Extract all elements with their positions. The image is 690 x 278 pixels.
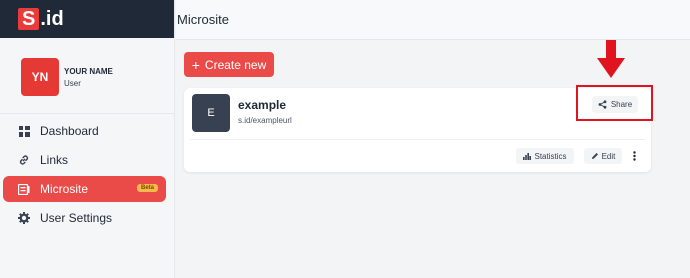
arrow-down-icon: [597, 40, 625, 78]
beta-badge: Beta: [136, 184, 158, 192]
microsite-url[interactable]: s.id/exampleurl: [238, 116, 292, 125]
sidebar-item-links[interactable]: Links: [3, 147, 166, 173]
link-icon: [18, 154, 30, 166]
statistics-button[interactable]: Statistics: [516, 148, 574, 164]
sidebar-item-label: User Settings: [40, 211, 113, 225]
create-new-button[interactable]: + Create new: [184, 52, 274, 77]
plus-icon: +: [191, 56, 200, 73]
sidebar: S .id YN YOUR NAME User Dashboard Links: [0, 0, 175, 278]
page-title: Microsite: [177, 12, 230, 27]
profile-role: User: [64, 78, 81, 88]
sidebar-item-microsite[interactable]: Microsite Beta: [3, 176, 166, 202]
logo-bar: S .id: [0, 0, 174, 38]
sidebar-item-label: Links: [40, 153, 69, 167]
logo-text[interactable]: .id: [40, 8, 63, 30]
bar-chart-icon: [523, 152, 532, 160]
sidebar-item-label: Dashboard: [40, 124, 99, 138]
sidebar-nav: Dashboard Links Microsite Beta User Sett…: [0, 118, 174, 231]
microsite-icon: [18, 183, 30, 195]
avatar[interactable]: YN: [21, 58, 59, 96]
card-divider: [190, 139, 645, 140]
statistics-label: Statistics: [534, 151, 567, 161]
pencil-icon: [591, 152, 599, 160]
edit-button[interactable]: Edit: [584, 148, 622, 164]
share-highlight-box: [576, 85, 653, 121]
page-header: Microsite: [176, 0, 690, 40]
user-profile[interactable]: YN YOUR NAME User: [0, 47, 174, 107]
sidebar-divider: [0, 113, 174, 114]
edit-label: Edit: [601, 151, 616, 161]
microsite-avatar[interactable]: E: [192, 94, 230, 132]
dashboard-icon: [18, 125, 30, 137]
create-new-label: Create new: [204, 57, 267, 72]
microsite-title[interactable]: example: [238, 98, 286, 112]
more-options-icon[interactable]: [628, 148, 640, 164]
profile-name: YOUR NAME: [64, 66, 113, 76]
sidebar-item-label: Microsite: [40, 182, 89, 196]
gear-icon: [18, 212, 30, 224]
profile-text: YOUR NAME User: [64, 67, 113, 88]
sidebar-item-user-settings[interactable]: User Settings: [3, 205, 166, 231]
sidebar-item-dashboard[interactable]: Dashboard: [3, 118, 166, 144]
logo-mark[interactable]: S: [18, 8, 40, 30]
